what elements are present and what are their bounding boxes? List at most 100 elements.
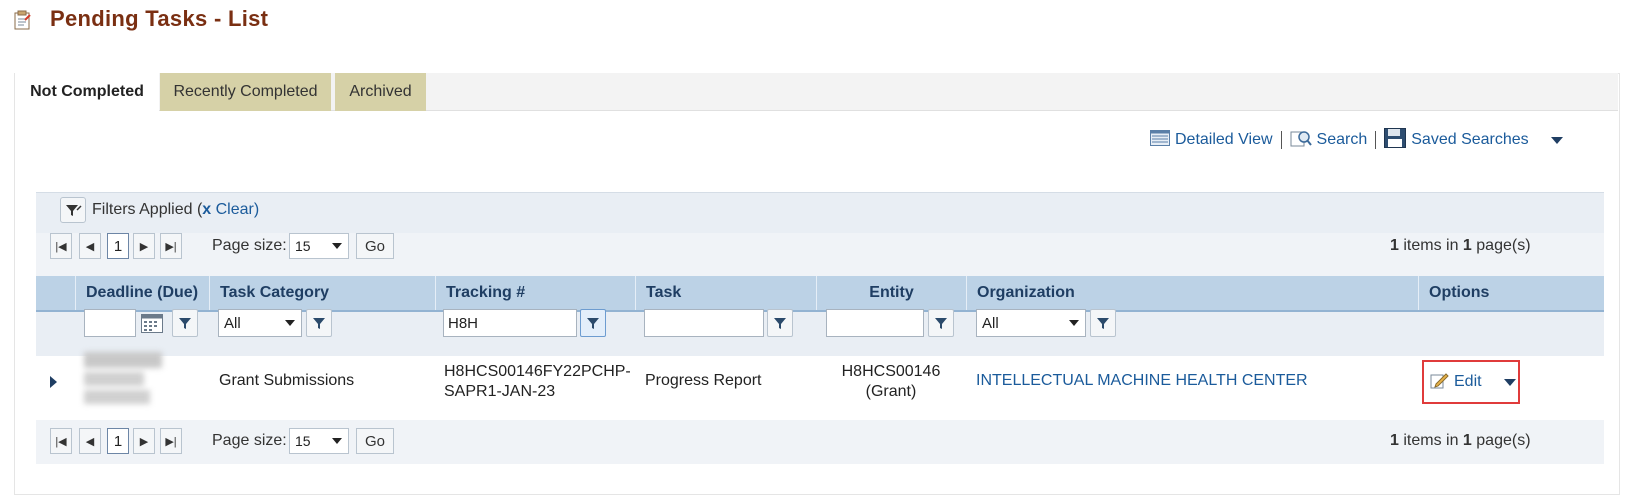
tracking-cell: H8HCS00146FY22PCHP- SAPR1-JAN-23: [444, 362, 631, 402]
detailed-view-label: Detailed View: [1175, 131, 1273, 148]
prev-page-icon[interactable]: ◀: [79, 233, 101, 259]
filters-bar: [36, 192, 1604, 234]
pages-count: 1: [1462, 237, 1472, 254]
task-filter-button[interactable]: [767, 309, 793, 337]
first-page-icon[interactable]: |◀: [50, 233, 72, 259]
prev-page-icon[interactable]: ◀: [79, 428, 101, 454]
separator: [1280, 131, 1282, 149]
separator: [1375, 131, 1377, 149]
items-info: 1 items in 1 page(s): [1390, 432, 1531, 450]
col-tracking[interactable]: Tracking #: [435, 276, 635, 310]
detailed-view-icon: [1150, 129, 1170, 151]
task-category-cell: Grant Submissions: [219, 372, 355, 389]
calendar-icon[interactable]: [141, 313, 163, 338]
items-mid-text: items in: [1398, 432, 1463, 449]
close-paren: ): [253, 201, 260, 218]
edit-link[interactable]: Edit: [1454, 373, 1482, 391]
tab-recently-completed[interactable]: Recently Completed: [160, 73, 331, 111]
last-page-icon[interactable]: ▶|: [160, 428, 182, 454]
saved-searches-dropdown-icon[interactable]: [1550, 136, 1563, 144]
go-button[interactable]: Go: [356, 428, 394, 454]
page-title: Pending Tasks - List: [50, 6, 269, 31]
col-task-category[interactable]: Task Category: [209, 276, 435, 310]
items-count: 1: [1390, 432, 1399, 449]
tab-archived[interactable]: Archived: [335, 73, 426, 111]
page-size-select[interactable]: 15: [289, 428, 349, 454]
task-category-filter-select[interactable]: All: [218, 309, 302, 337]
task-filter-input[interactable]: [644, 309, 764, 337]
items-count: 1: [1390, 237, 1399, 254]
current-page-button[interactable]: 1: [107, 233, 129, 259]
page-size-value: 15: [295, 433, 311, 449]
filter-icon: [179, 318, 191, 329]
detailed-view-link[interactable]: Detailed View: [1150, 129, 1273, 151]
chevron-down-icon: [332, 243, 342, 249]
chevron-down-icon: [332, 438, 342, 444]
next-page-icon[interactable]: ▶: [133, 428, 155, 454]
tracking-filter-input[interactable]: H8H: [443, 309, 577, 337]
items-mid-text: items in: [1398, 237, 1463, 254]
tracking-filter-button[interactable]: [580, 309, 606, 337]
expand-row-icon[interactable]: [50, 376, 57, 388]
pages-count: 1: [1462, 432, 1472, 449]
entity-line-2: (Grant): [865, 383, 917, 400]
task-category-filter-button[interactable]: [306, 309, 332, 337]
search-icon: [1290, 129, 1312, 152]
pages-suffix: page(s): [1471, 432, 1531, 449]
saved-searches-link[interactable]: Saved Searches: [1384, 127, 1529, 153]
col-entity[interactable]: Entity: [816, 276, 966, 310]
task-cell: Progress Report: [645, 372, 762, 389]
page-size-value: 15: [295, 238, 311, 254]
entity-cell: H8HCS00146 (Grant): [816, 362, 966, 402]
col-options: Options: [1418, 276, 1604, 310]
organization-filter-value: All: [982, 314, 999, 332]
last-page-icon[interactable]: ▶|: [160, 233, 182, 259]
filter-settings-button[interactable]: [60, 197, 86, 223]
tab-not-completed[interactable]: Not Completed: [15, 73, 159, 111]
filter-icon: [313, 318, 325, 329]
clear-filters-link[interactable]: Clear: [211, 201, 254, 218]
pages-suffix: page(s): [1471, 237, 1531, 254]
task-category-filter-value: All: [224, 314, 241, 332]
search-label: Search: [1316, 131, 1368, 148]
organization-filter-select[interactable]: All: [976, 309, 1086, 337]
filter-icon: [935, 318, 947, 329]
items-info: 1 items in 1 page(s): [1390, 237, 1531, 255]
filter-icon: [1097, 318, 1109, 329]
chevron-down-icon: [285, 320, 295, 326]
organization-filter-button[interactable]: [1090, 309, 1116, 337]
first-page-icon[interactable]: |◀: [50, 428, 72, 454]
clear-x-icon[interactable]: x: [202, 201, 211, 218]
deadline-filter-button[interactable]: [172, 309, 198, 337]
filter-icon: [587, 318, 599, 329]
filters-applied-text: Filters Applied (x Clear): [92, 201, 259, 219]
chevron-down-icon: [1069, 320, 1079, 326]
page-size-label: Page size:: [212, 432, 287, 449]
filter-icon: [774, 318, 786, 329]
saved-searches-label: Saved Searches: [1411, 131, 1529, 148]
col-deadline[interactable]: Deadline (Due): [75, 276, 209, 310]
edit-options-box[interactable]: Edit: [1422, 360, 1520, 404]
next-page-icon[interactable]: ▶: [133, 233, 155, 259]
col-task[interactable]: Task: [635, 276, 816, 310]
current-page-button[interactable]: 1: [107, 428, 129, 454]
deadline-cell-redacted: [84, 352, 164, 404]
entity-line-1: H8HCS00146: [841, 363, 941, 380]
search-link[interactable]: Search: [1290, 129, 1368, 152]
page-size-select[interactable]: 15: [289, 233, 349, 259]
task-list-icon: [14, 10, 32, 30]
options-dropdown-icon[interactable]: [1503, 378, 1516, 386]
tracking-line-1: H8HCS00146FY22PCHP-: [444, 363, 631, 380]
deadline-filter-input[interactable]: [84, 309, 136, 337]
entity-filter-input[interactable]: [826, 309, 924, 337]
floppy-disk-icon: [1384, 127, 1407, 153]
col-organization[interactable]: Organization: [966, 276, 1418, 310]
entity-filter-button[interactable]: [928, 309, 954, 337]
organization-link[interactable]: INTELLECTUAL MACHINE HEALTH CENTER: [976, 372, 1308, 390]
page-size-label: Page size:: [212, 237, 287, 254]
go-button[interactable]: Go: [356, 233, 394, 259]
tracking-line-2: SAPR1-JAN-23: [444, 383, 556, 400]
view-toolbar: Detailed View Search Saved Searches: [1150, 127, 1563, 153]
filters-applied-label: Filters Applied (: [92, 201, 203, 218]
edit-pencil-icon: [1430, 371, 1450, 394]
